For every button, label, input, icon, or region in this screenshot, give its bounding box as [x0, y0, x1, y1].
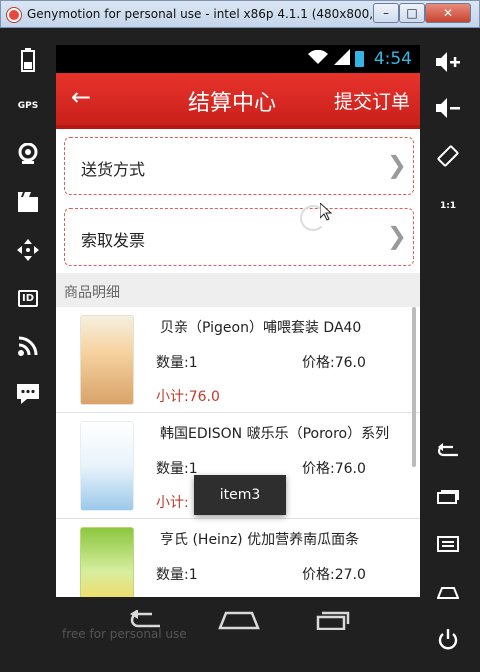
volume-down-icon[interactable] — [420, 86, 476, 130]
back-key-icon[interactable] — [420, 428, 476, 472]
nav-home-icon[interactable] — [214, 607, 264, 637]
signal-icon — [334, 49, 350, 69]
genymotion-logo-icon — [7, 8, 21, 22]
product-price: 价格:76.0 — [302, 355, 366, 371]
product-subtotal: 小计: — [156, 495, 189, 511]
product-thumbnail — [80, 315, 134, 405]
delivery-method-row[interactable]: 送货方式 ❯ — [64, 137, 414, 195]
back-arrow-icon[interactable]: ← — [66, 83, 96, 113]
sms-icon[interactable] — [0, 372, 56, 416]
status-time: 4:54 — [373, 49, 412, 69]
wifi-icon — [308, 49, 328, 69]
gps-label: GPS — [17, 101, 39, 111]
home-key-icon[interactable] — [420, 570, 476, 614]
app-bar: ← 结算中心 提交订单 — [56, 73, 420, 129]
right-sidebar: 1:1 — [420, 28, 476, 672]
rss-icon[interactable] — [0, 324, 56, 368]
product-details-header: 商品明细 — [56, 273, 420, 307]
zoom-fit-icon[interactable]: 1:1 — [420, 184, 476, 228]
gps-icon[interactable]: GPS — [0, 84, 56, 128]
scrollbar[interactable] — [412, 307, 416, 467]
volume-up-icon[interactable] — [420, 40, 476, 84]
power-icon[interactable] — [420, 618, 476, 662]
screencast-icon[interactable] — [0, 180, 56, 224]
product-name: 亨氏 (Heinz) 优加营养南瓜面条 — [160, 532, 360, 548]
delivery-method-label: 送货方式 — [81, 160, 146, 179]
invoice-label: 索取发票 — [81, 231, 146, 250]
menu-key-icon[interactable] — [420, 522, 476, 566]
battery-icon[interactable] — [0, 38, 56, 82]
window-title-bar: Genymotion for personal use - intel x86p… — [0, 0, 480, 28]
product-thumbnail — [80, 527, 134, 597]
product-quantity: 数量:1 — [156, 461, 198, 477]
product-thumbnail — [80, 421, 134, 511]
product-price: 价格:76.0 — [302, 461, 366, 477]
maximize-button[interactable]: □ — [399, 3, 425, 23]
device-id-icon[interactable]: ID — [0, 276, 56, 320]
chevron-right-icon: ❯ — [386, 222, 407, 250]
status-bar: 4:54 — [56, 45, 420, 73]
watermark-text: free for personal use — [62, 627, 187, 641]
product-name: 贝亲（Pigeon）哺喂套装 DA40 — [160, 320, 362, 336]
dpad-icon[interactable] — [0, 228, 56, 272]
minimize-button[interactable]: – — [373, 3, 399, 23]
section-title: 商品明细 — [64, 285, 120, 301]
close-button[interactable]: ✕ — [425, 3, 471, 23]
mouse-cursor-icon — [319, 201, 333, 225]
invoice-row[interactable]: 索取发票 ❯ — [64, 208, 414, 266]
android-nav-bar — [56, 597, 420, 649]
product-item[interactable]: 贝亲（Pigeon）哺喂套装 DA40 数量:1 价格:76.0 小计:76.0 — [56, 307, 420, 413]
product-quantity: 数量:1 — [156, 567, 198, 583]
window-title: Genymotion for personal use - intel x86p… — [27, 7, 389, 21]
nav-recent-apps-icon[interactable] — [308, 607, 358, 637]
chevron-right-icon: ❯ — [386, 151, 407, 179]
submit-order-button[interactable]: 提交订单 — [334, 87, 410, 114]
android-screen: 4:54 ← 结算中心 提交订单 送货方式 ❯ 索取发票 ❯ 商品明细 贝亲（P… — [56, 45, 420, 597]
recent-apps-key-icon[interactable] — [420, 474, 476, 518]
left-sidebar: GPS ID — [0, 28, 56, 672]
product-name: 韩国EDISON 啵乐乐（Pororo）系列 — [160, 426, 390, 442]
device-id-label: ID — [17, 289, 39, 307]
page-title: 结算中心 — [188, 91, 277, 116]
webcam-icon[interactable] — [0, 132, 56, 176]
product-item[interactable]: 亨氏 (Heinz) 优加营养南瓜面条 数量:1 价格:27.0 — [56, 519, 420, 597]
rotate-icon[interactable] — [420, 134, 476, 178]
product-quantity: 数量:1 — [156, 355, 198, 371]
toast-message: item3 — [194, 475, 286, 515]
product-price: 价格:27.0 — [302, 567, 366, 583]
zoom-label: 1:1 — [439, 201, 457, 211]
product-subtotal: 小计:76.0 — [156, 389, 220, 405]
battery-status-icon — [355, 51, 364, 67]
